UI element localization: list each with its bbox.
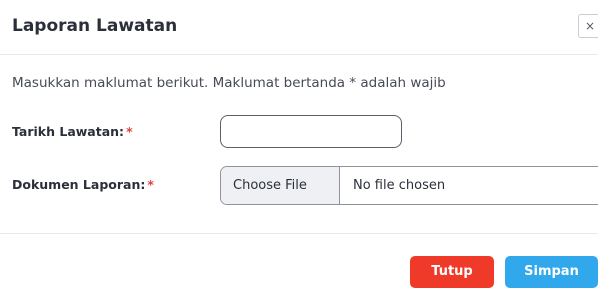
close-button[interactable]: Tutup — [410, 256, 494, 288]
file-status-text: No file chosen — [353, 178, 446, 193]
choose-file-button[interactable]: Choose File — [221, 167, 340, 204]
modal-header: Laporan Lawatan × — [0, 0, 598, 55]
document-label-text: Dokumen Laporan: — [12, 177, 146, 192]
date-label-text: Tarikh Lawatan: — [12, 124, 125, 139]
close-icon[interactable]: × — [578, 14, 598, 38]
form-instructions: Masukkan maklumat berikut. Maklumat bert… — [12, 75, 446, 91]
footer-divider — [0, 233, 598, 234]
modal-title: Laporan Lawatan — [12, 16, 178, 36]
document-field-label: Dokumen Laporan: * — [12, 177, 154, 192]
save-button[interactable]: Simpan — [505, 256, 598, 288]
required-marker: * — [147, 177, 154, 192]
report-document-file-input[interactable]: Choose File No file chosen — [220, 166, 598, 205]
required-marker: * — [126, 124, 133, 139]
visit-date-input[interactable] — [220, 115, 402, 148]
visit-report-modal: Laporan Lawatan × Masukkan maklumat beri… — [0, 0, 598, 289]
date-field-label: Tarikh Lawatan: * — [12, 124, 133, 139]
